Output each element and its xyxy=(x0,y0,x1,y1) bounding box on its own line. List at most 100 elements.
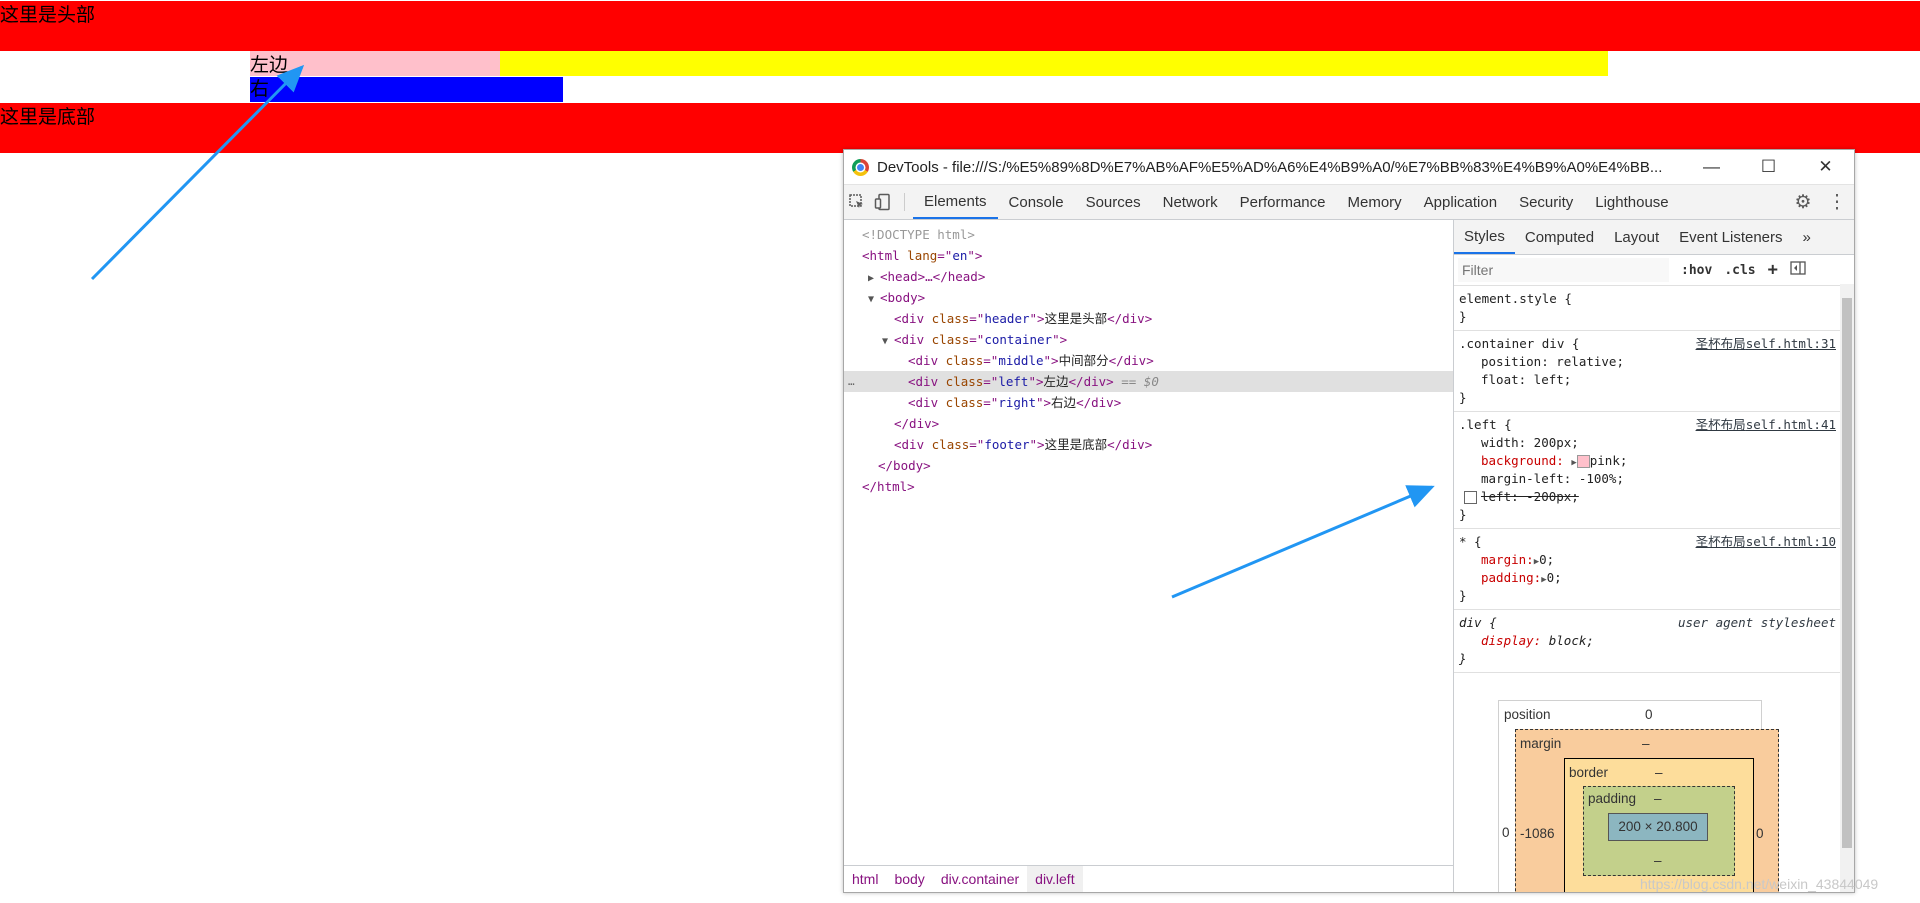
tab-application[interactable]: Application xyxy=(1413,185,1508,219)
breadcrumb-container[interactable]: div.container xyxy=(933,866,1027,892)
box-border-top[interactable]: – xyxy=(1655,765,1663,780)
css-property-padding[interactable]: padding:▶0; xyxy=(1459,569,1850,587)
rule-selector: element.style { xyxy=(1459,291,1572,306)
breadcrumb-left[interactable]: div.left xyxy=(1027,866,1083,892)
box-padding-top[interactable]: – xyxy=(1654,791,1662,806)
box-content-size[interactable]: 200 × 20.800 xyxy=(1608,813,1708,841)
rule-source-link[interactable]: 圣杯布局self.html:31 xyxy=(1696,335,1836,353)
rule-selector: .left { xyxy=(1459,417,1512,432)
dom-node-head[interactable]: ▶ <head>…</head> xyxy=(844,266,1453,287)
new-rule-button[interactable]: + xyxy=(1768,260,1778,280)
dom-node-body-close[interactable]: </body> xyxy=(844,455,1453,476)
css-property[interactable]: float: left; xyxy=(1459,371,1850,389)
tab-sources[interactable]: Sources xyxy=(1075,185,1152,219)
maximize-button[interactable]: ☐ xyxy=(1740,150,1797,184)
box-margin-top[interactable]: – xyxy=(1642,736,1650,751)
tab-console[interactable]: Console xyxy=(998,185,1075,219)
rule-source-link[interactable]: 圣杯布局self.html:41 xyxy=(1696,416,1836,434)
close-button[interactable]: ✕ xyxy=(1797,150,1854,184)
breadcrumb: html body div.container div.left xyxy=(844,865,1453,892)
dom-node-right[interactable]: <div class="right">右边</div> xyxy=(844,392,1453,413)
dom-node-header[interactable]: <div class="header">这里是头部</div> xyxy=(844,308,1453,329)
css-property-display[interactable]: display: block; xyxy=(1459,632,1850,650)
more-tabs-icon[interactable]: » xyxy=(1793,220,1821,254)
inspect-element-icon[interactable] xyxy=(844,185,870,219)
rule-selector: div { xyxy=(1459,615,1497,630)
rule-left[interactable]: .left { 圣杯布局self.html:41 width: 200px; b… xyxy=(1454,412,1854,529)
rule-close: } xyxy=(1459,507,1467,522)
minimize-button[interactable]: — xyxy=(1683,150,1740,184)
breadcrumb-body[interactable]: body xyxy=(886,866,932,892)
dom-node-container-close[interactable]: </div> xyxy=(844,413,1453,434)
settings-gear-icon[interactable]: ⚙ xyxy=(1786,191,1820,214)
dom-node-html[interactable]: <html lang="en"> xyxy=(844,245,1453,266)
tab-computed[interactable]: Computed xyxy=(1515,220,1604,254)
box-padding-label: padding xyxy=(1588,791,1637,806)
css-property-margin[interactable]: margin:▶0; xyxy=(1459,551,1850,569)
property-checkbox[interactable] xyxy=(1464,491,1477,504)
box-margin-right[interactable]: 0 xyxy=(1756,826,1764,841)
devtools-titlebar[interactable]: DevTools - file:///S:/%E5%89%8D%E7%AB%AF… xyxy=(844,150,1854,185)
rule-user-agent-div[interactable]: div { user agent stylesheet display: blo… xyxy=(1454,610,1854,673)
dom-node-footer[interactable]: <div class="footer">这里是底部</div> xyxy=(844,434,1453,455)
dom-node-container[interactable]: ▼ <div class="container"> xyxy=(844,329,1453,350)
box-margin-label: margin xyxy=(1520,736,1562,751)
css-property-width[interactable]: width: 200px; xyxy=(1459,434,1850,452)
device-toolbar-icon[interactable] xyxy=(870,185,896,219)
page-middle-column xyxy=(500,51,1608,76)
rule-source-link[interactable]: 圣杯布局self.html:10 xyxy=(1696,533,1836,551)
expand-triangle-icon[interactable]: ▶ xyxy=(868,268,880,289)
collapse-triangle-icon[interactable]: ▼ xyxy=(868,289,880,310)
page-right-column: 右 xyxy=(250,77,563,102)
cls-toggle[interactable]: .cls xyxy=(1724,263,1755,278)
elements-panel: <!DOCTYPE html> <html lang="en"> ▶ <head>… xyxy=(844,220,1454,892)
scrollbar-thumb[interactable] xyxy=(1842,298,1852,848)
rule-element-style[interactable]: element.style { } xyxy=(1454,286,1854,331)
dom-node-doctype[interactable]: <!DOCTYPE html> xyxy=(844,224,1453,245)
box-outer-left-value[interactable]: 0 xyxy=(1502,825,1510,840)
breadcrumb-html[interactable]: html xyxy=(844,866,886,892)
styles-filter-input[interactable] xyxy=(1458,258,1669,282)
toggle-sidebar-icon[interactable] xyxy=(1790,261,1806,279)
box-position-label: position xyxy=(1504,707,1551,722)
tab-network[interactable]: Network xyxy=(1152,185,1229,219)
rule-close: } xyxy=(1459,651,1467,666)
tab-event-listeners[interactable]: Event Listeners xyxy=(1669,220,1792,254)
color-swatch[interactable] xyxy=(1576,455,1590,468)
rule-container-div[interactable]: .container div { 圣杯布局self.html:31 positi… xyxy=(1454,331,1854,412)
node-actions-dots[interactable]: … xyxy=(848,371,855,392)
css-property-background[interactable]: background: ▶ pink; xyxy=(1459,452,1850,470)
rule-universal[interactable]: * { 圣杯布局self.html:10 margin:▶0; padding:… xyxy=(1454,529,1854,610)
tab-styles[interactable]: Styles xyxy=(1454,220,1515,254)
box-margin-left[interactable]: -1086 xyxy=(1520,826,1555,841)
rule-close: } xyxy=(1459,309,1467,324)
more-options-icon[interactable]: ⋮ xyxy=(1820,191,1854,214)
collapse-triangle-icon[interactable]: ▼ xyxy=(882,331,894,352)
tab-separator xyxy=(904,193,905,211)
css-property-margin-left[interactable]: margin-left: -100%; xyxy=(1459,470,1850,488)
tab-performance[interactable]: Performance xyxy=(1229,185,1337,219)
tab-security[interactable]: Security xyxy=(1508,185,1584,219)
rule-selector: .container div { xyxy=(1459,336,1580,351)
tab-lighthouse[interactable]: Lighthouse xyxy=(1584,185,1679,219)
rule-source-label: user agent stylesheet xyxy=(1677,615,1836,630)
box-model-diagram: position 0 0 margin – -1086 0 border – p… xyxy=(1498,700,1779,892)
css-property-left-disabled[interactable]: left: -200px; xyxy=(1459,488,1850,506)
hov-toggle[interactable]: :hov xyxy=(1681,263,1712,278)
styles-scrollbar[interactable] xyxy=(1840,284,1854,892)
dom-node-middle[interactable]: <div class="middle">中间部分</div> xyxy=(844,350,1453,371)
box-position-value[interactable]: 0 xyxy=(1645,707,1653,722)
tab-elements[interactable]: Elements xyxy=(913,185,998,219)
dom-node-html-close[interactable]: </html> xyxy=(844,476,1453,497)
styles-panel: Styles Computed Layout Event Listeners »… xyxy=(1454,220,1854,892)
tab-layout[interactable]: Layout xyxy=(1604,220,1669,254)
css-property[interactable]: position: relative; xyxy=(1459,353,1850,371)
rule-close: } xyxy=(1459,390,1467,405)
box-padding-bottom[interactable]: – xyxy=(1654,853,1662,868)
dom-node-left-selected[interactable]: … <div class="left">左边</div> == $0 xyxy=(844,371,1453,392)
page-footer: 这里是底部 xyxy=(0,103,1920,153)
dom-node-body[interactable]: ▼ <body> xyxy=(844,287,1453,308)
watermark: https://blog.csdn.net/weixin_43844049 xyxy=(1640,876,1879,892)
box-border: border – padding – – 200 × 20.800 xyxy=(1564,758,1754,892)
tab-memory[interactable]: Memory xyxy=(1337,185,1413,219)
